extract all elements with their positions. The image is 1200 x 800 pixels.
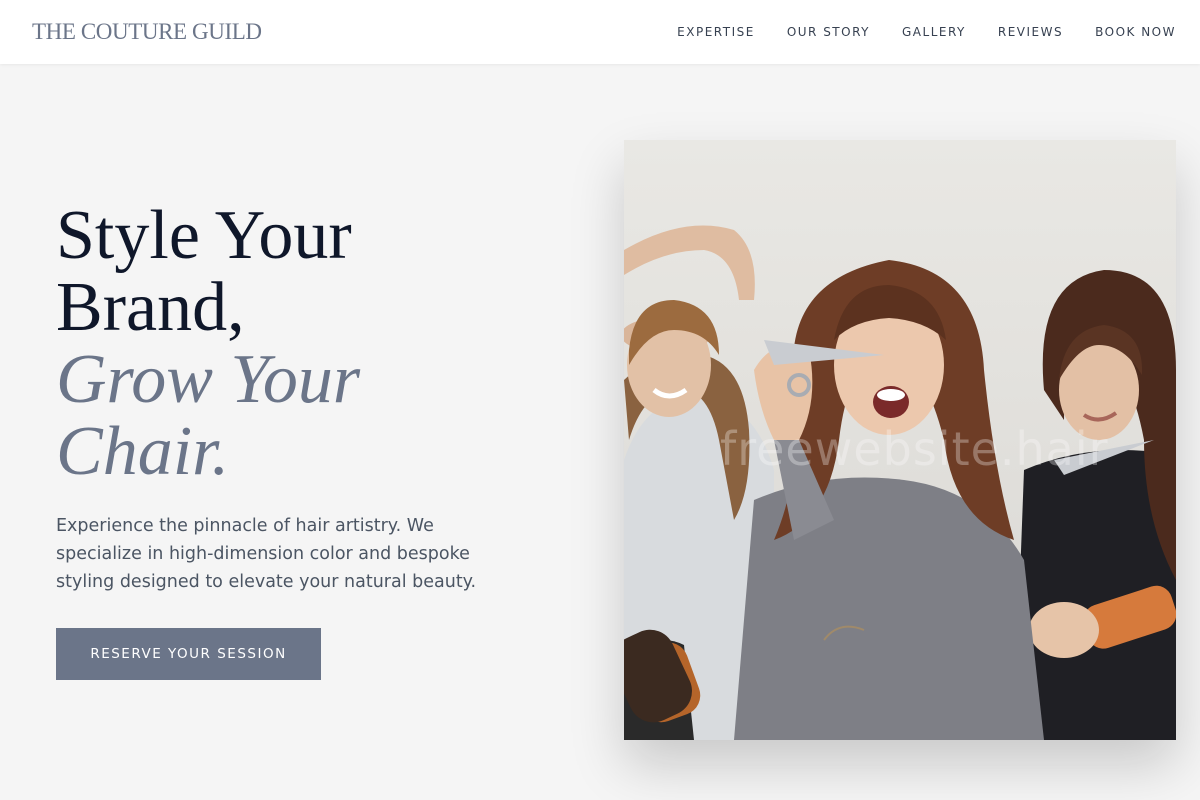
nav-link-expertise[interactable]: EXPERTISE — [677, 25, 755, 39]
main-nav: EXPERTISE OUR STORY GALLERY REVIEWS BOOK… — [677, 25, 1176, 39]
nav-link-gallery[interactable]: GALLERY — [902, 25, 966, 39]
hero-description: Experience the pinnacle of hair artistry… — [56, 516, 477, 592]
hero-headline: Style Your Brand, Grow Your Chair. — [56, 200, 360, 488]
nav-link-reviews[interactable]: REVIEWS — [998, 25, 1063, 39]
site-header: THE COUTURE GUILD EXPERTISE OUR STORY GA… — [0, 0, 1200, 64]
headline-line-1: Style Your — [56, 197, 352, 274]
headline-accent-line-2: Chair. — [56, 413, 230, 490]
headline-line-2: Brand, — [56, 269, 245, 346]
nav-link-our-story[interactable]: OUR STORY — [787, 25, 870, 39]
brand-logo[interactable]: THE COUTURE GUILD — [32, 19, 262, 45]
reserve-session-button[interactable]: RESERVE YOUR SESSION — [56, 628, 321, 680]
headline-accent-line-1: Grow Your — [56, 341, 361, 418]
nav-link-book-now[interactable]: BOOK NOW — [1095, 25, 1176, 39]
photo-watermark: freewebsite.hair — [720, 422, 1109, 476]
hero-photo-stylists: freewebsite.hair — [624, 140, 1176, 740]
